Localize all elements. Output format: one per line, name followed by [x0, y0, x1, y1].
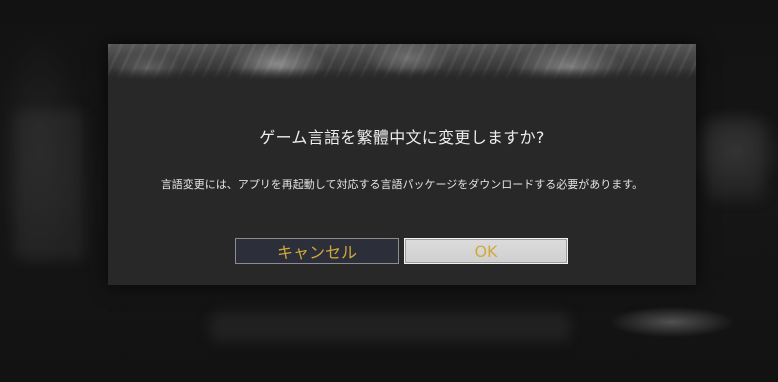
ok-button-label: OK — [474, 241, 498, 261]
dialog-banner-artwork — [108, 44, 696, 80]
dialog-title: ゲーム言語を繁體中文に変更しますか? — [259, 128, 545, 147]
ok-button[interactable]: OK — [404, 238, 568, 264]
background-panel-bottom — [210, 312, 570, 342]
background-panel-left — [14, 110, 84, 260]
background-panel-right — [706, 120, 764, 200]
language-change-dialog: ゲーム言語を繁體中文に変更しますか? 言語変更には、アプリを再起動して対応する言… — [108, 44, 696, 285]
dialog-message: 言語変更には、アプリを再起動して対応する言語パッケージをダウンロードする必要があ… — [160, 178, 644, 191]
cancel-button[interactable]: キャンセル — [235, 238, 399, 264]
cancel-button-label: キャンセル — [276, 243, 357, 262]
